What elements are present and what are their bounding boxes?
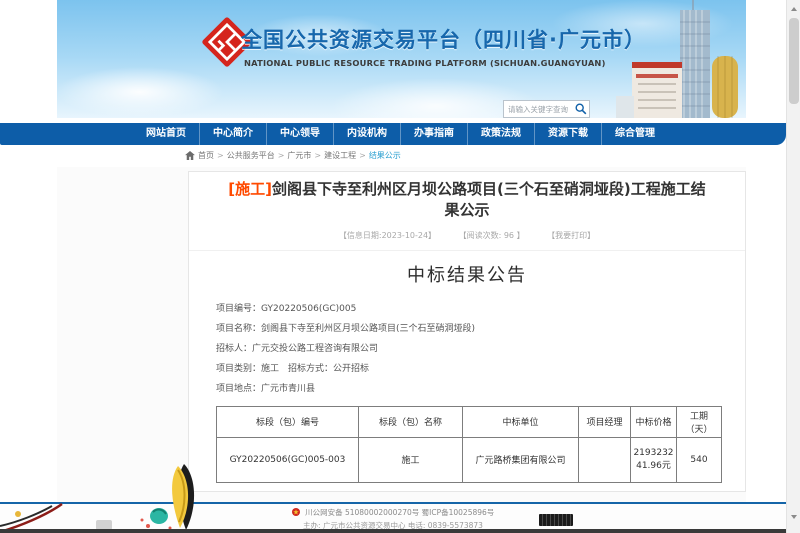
breadcrumb-item-result-publicity[interactable]: 结果公示 <box>369 150 401 161</box>
col-winning-bidder: 中标单位 <box>463 406 579 437</box>
national-emblem-icon <box>292 508 300 516</box>
cell-section-name: 施工 <box>359 437 463 482</box>
table-header-row: 标段（包）编号 标段（包）名称 中标单位 项目经理 中标价格 工期（天） <box>217 406 722 437</box>
breadcrumb-bar: 首页 > 公共服务平台 > 广元市 > 建设工程 > 结果公示 <box>57 145 746 167</box>
col-section-name: 标段（包）名称 <box>359 406 463 437</box>
breadcrumb-item-service-platform[interactable]: 公共服务平台 <box>227 150 275 161</box>
breadcrumb-separator: > <box>359 151 366 160</box>
breadcrumb-item-home[interactable]: 首页 <box>198 150 214 161</box>
cell-section-number: GY20220506(GC)005-003 <box>217 437 359 482</box>
breadcrumb-separator: > <box>217 151 224 160</box>
nav-item-departments[interactable]: 内设机构 <box>334 123 401 145</box>
site-banner: 全国公共资源交易平台（四川省·广元市） NATIONAL PUBLIC RESO… <box>57 0 746 118</box>
project-name-line: 项目名称：剑阁县下寺至利州区月坝公路项目(三个石至硝洞垭段) <box>216 319 745 339</box>
cell-winning-price: 219323241.96元 <box>631 437 677 482</box>
site-title: 全国公共资源交易平台（四川省·广元市） <box>241 24 646 54</box>
search-icon[interactable] <box>574 102 588 116</box>
breadcrumb-item-guangyuan[interactable]: 广元市 <box>287 150 311 161</box>
decorative-boat-graphic <box>126 462 214 533</box>
nav-item-center-leaders[interactable]: 中心领导 <box>267 123 334 145</box>
nav-item-service-guide[interactable]: 办事指南 <box>401 123 468 145</box>
nav-item-center-intro[interactable]: 中心简介 <box>200 123 267 145</box>
footer-seal-image <box>539 514 573 526</box>
vertical-scrollbar[interactable] <box>786 0 800 533</box>
footer-record-line: 川公网安备 51080002000270号 蜀ICP备10025896号 <box>0 507 786 518</box>
site-search-box[interactable] <box>503 100 590 118</box>
nav-item-management[interactable]: 综合管理 <box>602 123 668 145</box>
decorative-corner-lines <box>0 498 100 533</box>
site-title-english: NATIONAL PUBLIC RESOURCE TRADING PLATFOR… <box>244 58 606 68</box>
project-info: 项目编号：GY20220506(GC)005 项目名称：剑阁县下寺至利州区月坝公… <box>216 299 745 399</box>
breadcrumb-separator: > <box>278 151 285 160</box>
article-title: [施工]剑阁县下寺至利州区月坝公路项目(三个石至硝洞垭段)工程施工结果公示 <box>189 172 745 222</box>
tenderee-line: 招标人：广元交投公路工程咨询有限公司 <box>216 339 745 359</box>
main-navbar: 网站首页 中心简介 中心领导 内设机构 办事指南 政策法规 资源下载 综合管理 <box>0 123 786 145</box>
article-category-tag: [施工] <box>228 180 272 198</box>
project-category-line: 项目类别：施工 招标方式：公开招标 <box>216 359 745 379</box>
breadcrumb-item-construction[interactable]: 建设工程 <box>324 150 356 161</box>
breadcrumb-separator: > <box>314 151 321 160</box>
scrollbar-up-arrow-icon[interactable] <box>787 2 800 16</box>
col-winning-price: 中标价格 <box>631 406 677 437</box>
meta-print-link[interactable]: 【我要打印】 <box>547 231 595 240</box>
search-input[interactable] <box>504 105 574 114</box>
scrollbar-thumb[interactable] <box>789 18 799 104</box>
bid-result-table: 标段（包）编号 标段（包）名称 中标单位 项目经理 中标价格 工期（天） GY2… <box>216 406 722 483</box>
table-row: GY20220506(GC)005-003 施工 广元路桥集团有限公司 2193… <box>217 437 722 482</box>
col-duration-days: 工期（天） <box>677 406 722 437</box>
article-meta: 【信息日期:2023-10-24】 【阅读次数: 96 】 【我要打印】 <box>189 230 745 241</box>
breadcrumb: 首页 > 公共服务平台 > 广元市 > 建设工程 > 结果公示 <box>185 150 401 161</box>
project-number-line: 项目编号：GY20220506(GC)005 <box>216 299 745 319</box>
meta-read-count: 【阅读次数: 96 】 <box>459 231 525 240</box>
nav-list: 网站首页 中心简介 中心领导 内设机构 办事指南 政策法规 资源下载 综合管理 <box>133 123 668 145</box>
col-project-manager: 项目经理 <box>579 406 631 437</box>
home-icon <box>185 151 195 160</box>
browser-viewport: 全国公共资源交易平台（四川省·广元市） NATIONAL PUBLIC RESO… <box>0 0 800 533</box>
cell-winning-bidder: 广元路桥集团有限公司 <box>463 437 579 482</box>
footer-record-text: 川公网安备 51080002000270号 蜀ICP备10025896号 <box>305 508 494 517</box>
nav-item-policies[interactable]: 政策法规 <box>468 123 535 145</box>
article-panel: [施工]剑阁县下寺至利州区月坝公路项目(三个石至硝洞垭段)工程施工结果公示 【信… <box>188 171 746 492</box>
article-title-text: 剑阁县下寺至利州区月坝公路项目(三个石至硝洞垭段)工程施工结果公示 <box>272 180 706 219</box>
meta-info-date: 【信息日期:2023-10-24】 <box>339 231 436 240</box>
cell-project-manager <box>579 437 631 482</box>
announcement-title: 中标结果公告 <box>189 261 745 287</box>
screen-bottom-strip <box>0 529 800 533</box>
col-section-number: 标段（包）编号 <box>217 406 359 437</box>
scrollbar-down-arrow-icon[interactable] <box>787 510 800 524</box>
cell-duration-days: 540 <box>677 437 722 482</box>
meta-divider <box>189 250 745 251</box>
project-location-line: 项目地点：广元市青川县 <box>216 379 745 399</box>
banner-buildings-illustration <box>596 0 746 118</box>
nav-item-home[interactable]: 网站首页 <box>133 123 200 145</box>
nav-item-downloads[interactable]: 资源下载 <box>535 123 602 145</box>
